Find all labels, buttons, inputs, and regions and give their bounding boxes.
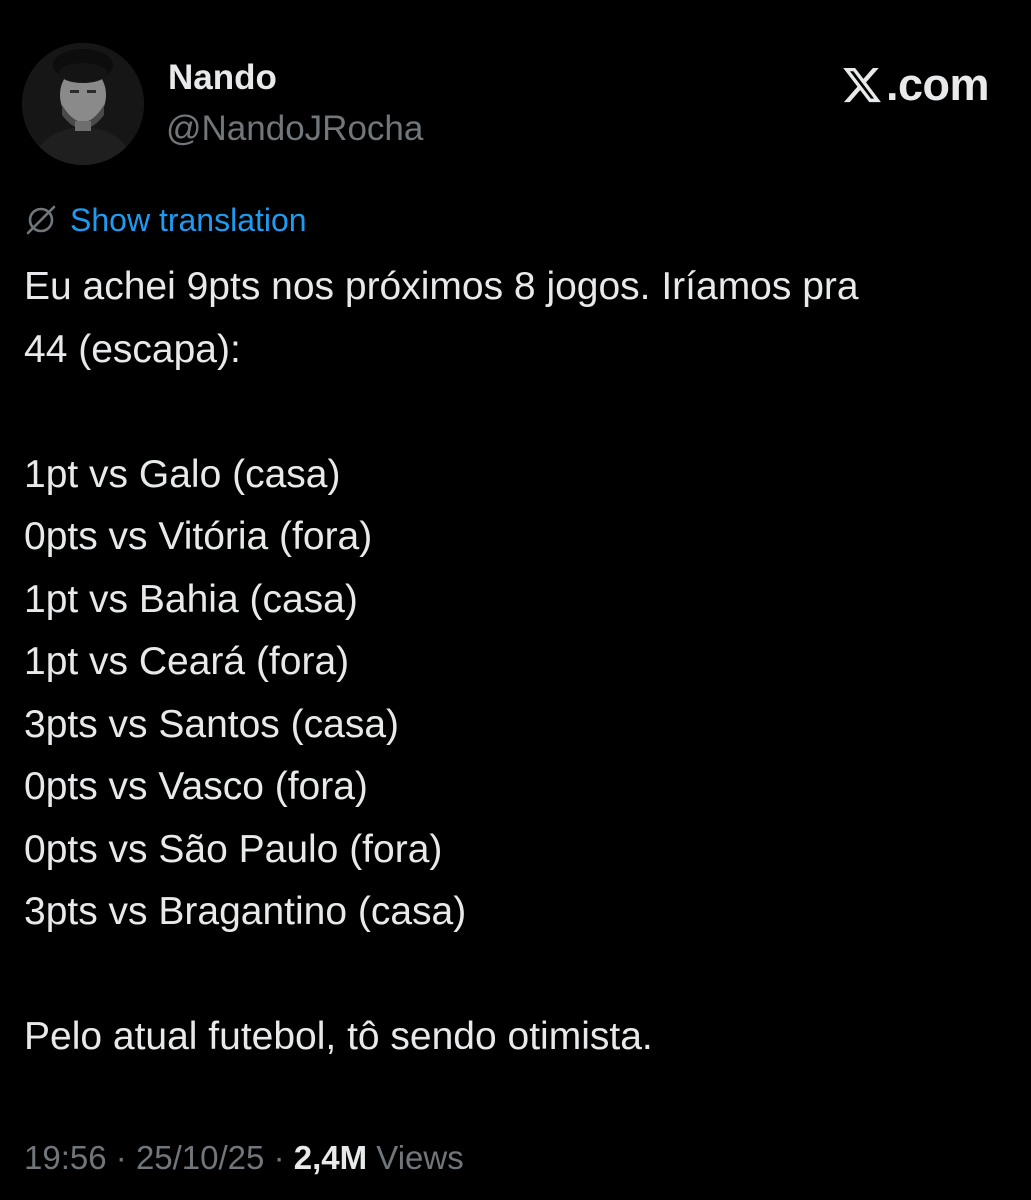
meta-separator: ·: [273, 1139, 285, 1176]
views-count: 2,4M: [293, 1139, 368, 1176]
game-line: 1pt vs Galo (casa): [24, 452, 341, 496]
closing-line: Pelo atual futebol, tô sendo otimista.: [24, 1015, 653, 1058]
game-line: 1pt vs Bahia (casa): [24, 577, 358, 621]
tweet-date[interactable]: 25/10/25: [136, 1139, 264, 1176]
avatar[interactable]: [22, 43, 144, 165]
game-line: 0pts vs São Paulo (fora): [24, 827, 443, 871]
game-line: 3pts vs Bragantino (casa): [24, 890, 467, 933]
meta-separator: ·: [115, 1139, 127, 1176]
profile-photo: [22, 43, 144, 165]
show-translation-button[interactable]: Show translation: [24, 198, 307, 242]
tweet-time[interactable]: 19:56: [24, 1139, 107, 1176]
tweet-meta: 19:56 · 25/10/25 · 2,4M Views: [24, 1136, 464, 1180]
tweet-text: Eu achei 9pts nos próximos 8 jogos. Iría…: [24, 256, 1014, 1069]
tweet-card: Nando @NandoJRocha .com Show translation…: [0, 0, 1031, 1200]
tweet-text-line: 44 (escapa):: [24, 327, 241, 371]
author-display-name[interactable]: Nando: [168, 58, 277, 98]
game-line: 0pts vs Vitória (fora): [24, 515, 373, 558]
author-handle[interactable]: @NandoJRocha: [166, 109, 423, 149]
views-label: Views: [376, 1139, 464, 1176]
show-translation-label: Show translation: [70, 202, 307, 238]
globe-icon: [26, 205, 56, 235]
tweet-text-line: Eu achei 9pts nos próximos 8 jogos. Iría…: [24, 265, 859, 308]
brand-watermark: .com: [840, 59, 990, 110]
brand-domain-text: .com: [885, 59, 990, 110]
game-line: 1pt vs Ceará (fora): [24, 640, 350, 683]
game-line: 0pts vs Vasco (fora): [24, 765, 368, 808]
game-line: 3pts vs Santos (casa): [24, 702, 399, 746]
x-logo-icon: [843, 67, 881, 103]
